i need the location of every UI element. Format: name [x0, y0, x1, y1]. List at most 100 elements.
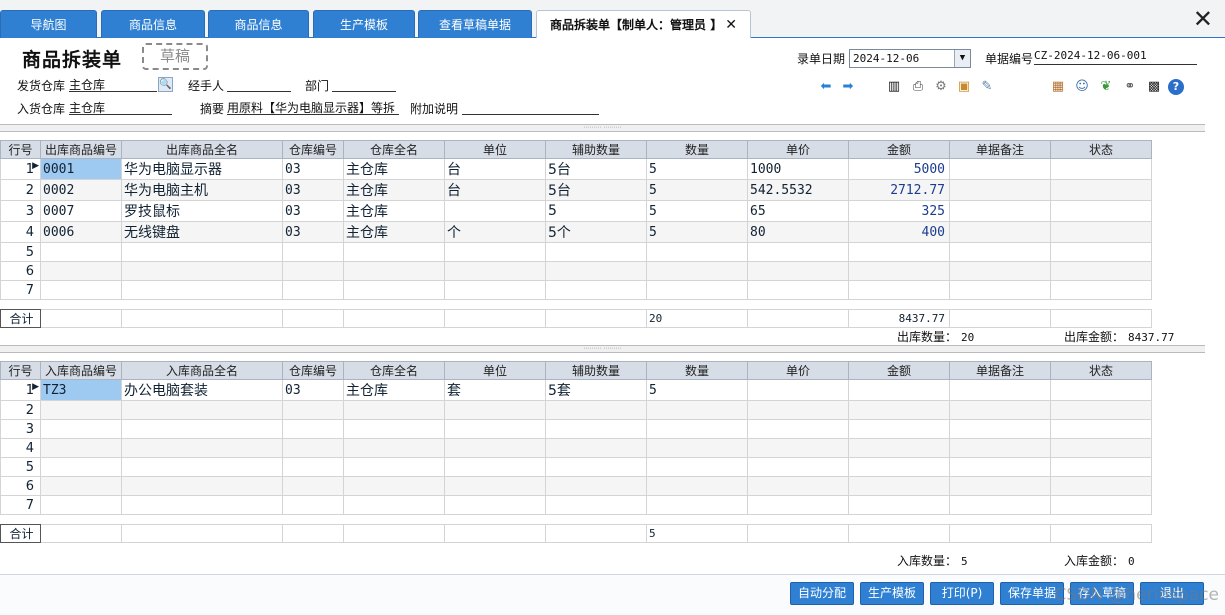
cell-wh[interactable]	[343, 419, 445, 439]
cell-price[interactable]	[747, 476, 849, 496]
cell-unit[interactable]	[444, 280, 546, 300]
cell-code[interactable]: TZ3	[40, 379, 122, 401]
col-header[interactable]: 入库商品编号	[40, 361, 122, 380]
cell-remark[interactable]	[949, 158, 1051, 180]
table-row[interactable]: 7	[0, 280, 1152, 300]
cell-amount[interactable]	[848, 495, 950, 515]
table-row[interactable]: 6	[0, 476, 1152, 496]
cell-wh[interactable]: 主仓库	[343, 158, 445, 180]
tab-navigation[interactable]: 导航图	[0, 10, 97, 38]
tab-assembly-order[interactable]: 商品拆装单【制单人：管理员 】 ✕	[536, 10, 751, 39]
box-add-icon[interactable]: ▣	[956, 79, 972, 95]
cell-price[interactable]	[747, 495, 849, 515]
cell-price[interactable]	[747, 457, 849, 477]
cell-aux[interactable]: 5个	[545, 221, 647, 243]
table-row[interactable]: 7	[0, 495, 1152, 515]
cell-whno[interactable]	[282, 419, 344, 439]
cell-price[interactable]	[747, 261, 849, 281]
cell-name[interactable]	[121, 261, 283, 281]
cell-remark[interactable]	[949, 400, 1051, 420]
cell-status[interactable]	[1050, 179, 1152, 201]
cell-unit[interactable]	[444, 495, 546, 515]
col-header[interactable]: 状态	[1050, 140, 1152, 159]
col-header[interactable]: 行号	[0, 140, 41, 159]
cell-code[interactable]	[40, 438, 122, 458]
cell-price[interactable]	[747, 438, 849, 458]
cell-aux[interactable]	[545, 242, 647, 262]
arrow-left-icon[interactable]: ⬅	[818, 79, 834, 95]
cell-whno[interactable]	[282, 457, 344, 477]
col-header[interactable]: 数量	[646, 140, 748, 159]
cell-aux[interactable]	[545, 457, 647, 477]
col-header[interactable]: 金额	[848, 361, 950, 380]
cell-qty[interactable]: 5	[646, 200, 748, 222]
bar-chart-icon[interactable]: ▥	[886, 79, 902, 95]
cell-remark[interactable]	[949, 476, 1051, 496]
cell-unit[interactable]	[444, 261, 546, 281]
qrcode-icon[interactable]: ▩	[1146, 79, 1162, 95]
cell-code[interactable]	[40, 261, 122, 281]
cell-whno[interactable]	[282, 495, 344, 515]
table-row[interactable]: 3 0007 罗技鼠标 03 主仓库 5 5 65 325	[0, 200, 1152, 222]
cell-code[interactable]: 0002	[40, 179, 122, 201]
cell-unit[interactable]: 套	[444, 379, 546, 401]
cell-wh[interactable]	[343, 476, 445, 496]
date-picker[interactable]: 2024-12-06 ▼	[849, 49, 971, 68]
cell-price[interactable]: 542.5532	[747, 179, 849, 201]
help-icon[interactable]: ?	[1168, 79, 1184, 95]
col-header[interactable]: 单位	[444, 140, 546, 159]
cell-code[interactable]	[40, 495, 122, 515]
cell-price[interactable]	[747, 419, 849, 439]
cell-code[interactable]	[40, 242, 122, 262]
cell-code[interactable]: 0007	[40, 200, 122, 222]
cell-whno[interactable]	[282, 438, 344, 458]
cell-remark[interactable]	[949, 495, 1051, 515]
cell-price[interactable]	[747, 242, 849, 262]
cell-price[interactable]: 65	[747, 200, 849, 222]
col-header[interactable]: 仓库编号	[282, 140, 344, 159]
cell-aux[interactable]	[545, 400, 647, 420]
col-header[interactable]: 单据备注	[949, 140, 1051, 159]
cell-amount[interactable]	[848, 379, 950, 401]
leaf-icon[interactable]: ❦	[1098, 79, 1114, 95]
table-row[interactable]: 6	[0, 261, 1152, 281]
cell-qty[interactable]	[646, 242, 748, 262]
cell-amount[interactable]	[848, 261, 950, 281]
cell-amount[interactable]	[848, 400, 950, 420]
col-header[interactable]: 出库商品编号	[40, 140, 122, 159]
cell-aux[interactable]: 5台	[545, 179, 647, 201]
cell-status[interactable]	[1050, 438, 1152, 458]
cell-aux[interactable]: 5台	[545, 158, 647, 180]
window-close-icon[interactable]: ✕	[1193, 6, 1213, 32]
cell-status[interactable]	[1050, 200, 1152, 222]
cell-whno[interactable]: 03	[282, 158, 344, 180]
edit-icon[interactable]: ✎	[979, 79, 995, 95]
cell-name[interactable]	[121, 419, 283, 439]
cell-whno[interactable]: 03	[282, 221, 344, 243]
cell-qty[interactable]	[646, 419, 748, 439]
cell-remark[interactable]	[949, 200, 1051, 222]
cell-status[interactable]	[1050, 261, 1152, 281]
table-row[interactable]: 4 0006 无线键盘 03 主仓库个 5个 5 80 400	[0, 221, 1152, 243]
out-warehouse-field[interactable]: 主仓库	[69, 76, 157, 92]
cell-amount[interactable]: 325	[848, 200, 950, 222]
table-row[interactable]: 1 ▶ TZ3 办公电脑套装 03 主仓库套 5套 5	[0, 379, 1152, 401]
cell-whno[interactable]: 03	[282, 200, 344, 222]
cell-aux[interactable]	[545, 438, 647, 458]
cell-price[interactable]	[747, 400, 849, 420]
cell-wh[interactable]	[343, 400, 445, 420]
cell-amount[interactable]	[848, 419, 950, 439]
cell-wh[interactable]	[343, 457, 445, 477]
cell-price[interactable]	[747, 379, 849, 401]
cell-unit[interactable]	[444, 438, 546, 458]
cell-unit[interactable]	[444, 242, 546, 262]
tab-product-info-1[interactable]: 商品信息	[101, 10, 205, 38]
cell-wh[interactable]: 主仓库	[343, 200, 445, 222]
col-header[interactable]: 数量	[646, 361, 748, 380]
table-row[interactable]: 3	[0, 419, 1152, 439]
cell-aux[interactable]	[545, 280, 647, 300]
col-header[interactable]: 仓库编号	[282, 361, 344, 380]
cell-status[interactable]	[1050, 379, 1152, 401]
cell-whno[interactable]	[282, 400, 344, 420]
col-header[interactable]: 单据备注	[949, 361, 1051, 380]
